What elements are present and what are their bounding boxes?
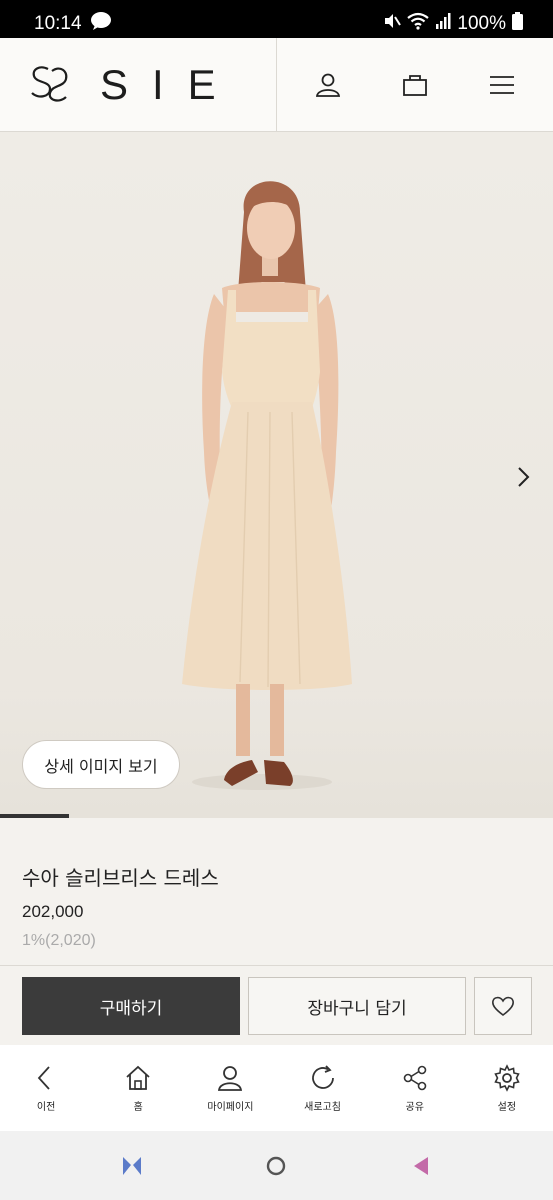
brand-name: SIE bbox=[100, 60, 240, 108]
site-header: SIE bbox=[0, 38, 553, 132]
nav-mypage-label: 마이페이지 bbox=[207, 1101, 254, 1113]
nav-home-label: 홈 bbox=[133, 1101, 143, 1113]
product-model-image bbox=[182, 181, 352, 790]
home-icon bbox=[126, 1065, 150, 1090]
system-nav-bar bbox=[0, 1131, 553, 1200]
home-circle-icon bbox=[267, 1156, 286, 1175]
share-icon bbox=[403, 1065, 427, 1090]
heart-icon bbox=[492, 996, 514, 1017]
battery-percent: 100% bbox=[457, 13, 506, 34]
mute-icon bbox=[383, 12, 402, 36]
home-button[interactable] bbox=[256, 1146, 296, 1186]
nav-mypage[interactable]: 마이페이지 bbox=[190, 1064, 270, 1113]
battery-icon bbox=[512, 12, 523, 36]
bag-icon[interactable] bbox=[395, 65, 435, 105]
settings-icon bbox=[494, 1063, 520, 1092]
person-icon bbox=[218, 1065, 243, 1091]
wishlist-button[interactable] bbox=[474, 977, 532, 1035]
back-triangle-icon bbox=[413, 1156, 428, 1175]
signal-icon bbox=[435, 12, 451, 36]
user-icon[interactable] bbox=[308, 65, 348, 105]
app-bottom-nav: 이전 홈 마이페이지 새로고침 공유 설정 bbox=[0, 1045, 553, 1131]
refresh-icon bbox=[311, 1064, 334, 1089]
nav-back[interactable]: 이전 bbox=[6, 1064, 86, 1113]
wifi-icon bbox=[407, 12, 430, 36]
monogram-logo-icon bbox=[28, 63, 70, 107]
nav-home[interactable]: 홈 bbox=[98, 1064, 178, 1113]
nav-back-label: 이전 bbox=[36, 1101, 56, 1113]
chat-bubble-icon bbox=[90, 11, 112, 37]
back-button[interactable] bbox=[401, 1146, 441, 1186]
menu-icon[interactable] bbox=[482, 65, 522, 105]
nav-share-label: 공유 bbox=[405, 1101, 424, 1113]
nav-share[interactable]: 공유 bbox=[375, 1064, 455, 1113]
product-price: 202,000 bbox=[22, 902, 84, 921]
nav-settings[interactable]: 설정 bbox=[467, 1063, 547, 1113]
nav-settings-label: 설정 bbox=[497, 1101, 517, 1113]
back-icon bbox=[37, 1065, 50, 1090]
purchase-bar: 구매하기 장바구니 담기 bbox=[0, 965, 553, 1045]
nav-refresh-label: 새로고침 bbox=[304, 1101, 341, 1113]
product-info: 수아 슬리브리스 드레스 202,000 1%(2,020) bbox=[0, 818, 553, 965]
product-points: 1%(2,020) bbox=[22, 932, 96, 949]
brand-logo[interactable]: SIE bbox=[0, 38, 277, 131]
add-to-cart-button[interactable]: 장바구니 담기 bbox=[248, 977, 466, 1035]
detail-images-button[interactable]: 상세 이미지 보기 bbox=[22, 740, 180, 789]
next-image-chevron-icon[interactable] bbox=[511, 464, 535, 490]
recent-apps-icon bbox=[123, 1156, 142, 1175]
status-time: 10:14 bbox=[34, 13, 82, 34]
product-image-carousel[interactable]: 상세 이미지 보기 bbox=[0, 132, 553, 818]
product-name: 수아 슬리브리스 드레스 bbox=[22, 866, 219, 890]
nav-refresh[interactable]: 새로고침 bbox=[283, 1064, 363, 1113]
recent-apps-button[interactable] bbox=[112, 1146, 152, 1186]
buy-now-button[interactable]: 구매하기 bbox=[22, 977, 240, 1035]
